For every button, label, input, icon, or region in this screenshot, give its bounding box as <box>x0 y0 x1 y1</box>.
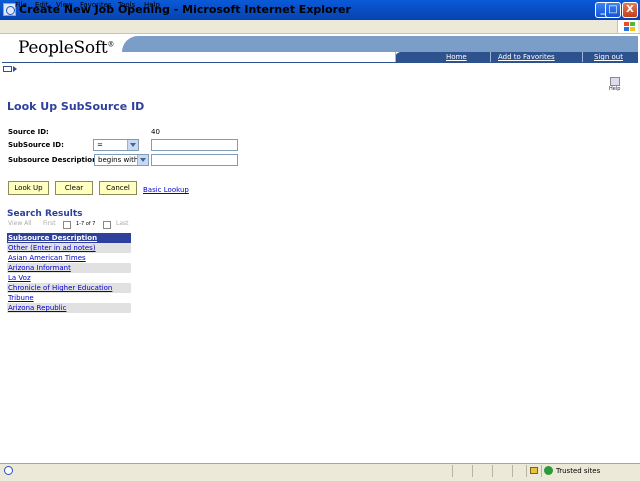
source-id-value: 40 <box>151 128 160 136</box>
next-arrow-icon[interactable] <box>103 221 111 229</box>
table-row[interactable]: Asian American Times <box>7 253 131 263</box>
header-divider <box>2 62 638 63</box>
trusted-sites-icon <box>544 466 553 475</box>
sign-out-link[interactable]: Sign out <box>594 53 623 61</box>
table-row[interactable]: Tribune <box>7 293 131 303</box>
peoplesoft-logo: PeopleSoft® <box>18 38 115 58</box>
subsource-description-input[interactable] <box>151 154 238 166</box>
page-title: Look Up SubSource ID <box>7 100 145 113</box>
maximize-button[interactable]: □ <box>605 2 621 18</box>
chevron-down-icon[interactable] <box>137 155 148 165</box>
menu-file[interactable]: File <box>15 1 27 9</box>
status-divider <box>512 465 513 477</box>
subsource-id-input[interactable] <box>151 139 238 151</box>
nav-separator <box>582 52 583 62</box>
results-column-header[interactable]: Subsource Description <box>7 233 131 243</box>
result-count: 1-7 of 7 <box>76 221 96 227</box>
help-icon[interactable] <box>610 77 620 86</box>
clear-button[interactable]: Clear <box>55 181 93 195</box>
search-results-title: Search Results <box>7 209 83 219</box>
menu-tools[interactable]: Tools <box>118 1 135 9</box>
subsource-id-operator-select[interactable]: = <box>93 139 139 151</box>
cancel-button[interactable]: Cancel <box>99 181 137 195</box>
security-zone-label: Trusted sites <box>556 467 601 475</box>
menu-bar <box>0 20 640 34</box>
chevron-down-icon[interactable] <box>127 140 138 150</box>
subsource-description-operator-select[interactable]: begins with <box>94 154 149 166</box>
page-icon <box>4 466 13 475</box>
menu-view[interactable]: View <box>56 1 73 9</box>
windows-logo-icon <box>617 20 638 33</box>
collapse-menu-icon[interactable] <box>3 66 12 72</box>
table-row[interactable]: Other (Enter in ad notes) <box>7 243 131 253</box>
status-divider <box>472 465 473 477</box>
status-divider <box>541 465 542 477</box>
subsource-id-label: SubSource ID: <box>8 141 64 149</box>
home-link[interactable]: Home <box>446 53 467 61</box>
menu-edit[interactable]: Edit <box>35 1 49 9</box>
status-divider <box>526 465 527 477</box>
close-button[interactable]: X <box>622 2 638 18</box>
menu-help[interactable]: Help <box>144 1 160 9</box>
status-divider <box>452 465 453 477</box>
previous-arrow-icon[interactable] <box>63 221 71 229</box>
source-id-label: Source ID: <box>8 128 49 136</box>
nav-separator <box>490 52 491 62</box>
add-to-favorites-link[interactable]: Add to Favorites <box>498 53 555 61</box>
help-label[interactable]: Help <box>609 86 620 92</box>
table-row[interactable]: Arizona Republic <box>7 303 131 313</box>
header-bar <box>122 36 638 52</box>
subsource-description-label: Subsource Description: <box>8 156 100 164</box>
menu-favorites[interactable]: Favorites <box>80 1 112 9</box>
basic-lookup-link[interactable]: Basic Lookup <box>143 186 189 194</box>
table-row[interactable]: La Voz <box>7 273 131 283</box>
lock-icon <box>530 467 538 474</box>
last-link[interactable]: Last <box>116 220 129 227</box>
look-up-button[interactable]: Look Up <box>8 181 49 195</box>
table-row[interactable]: Arizona Informant <box>7 263 131 273</box>
table-row[interactable]: Chronicle of Higher Education <box>7 283 131 293</box>
view-all-link[interactable]: View All <box>8 220 32 227</box>
status-divider <box>492 465 493 477</box>
expand-arrow-icon[interactable] <box>13 66 17 72</box>
results-table: Subsource Description Other (Enter in ad… <box>7 233 131 313</box>
nav-separator <box>395 52 396 62</box>
first-link[interactable]: First <box>43 220 56 227</box>
